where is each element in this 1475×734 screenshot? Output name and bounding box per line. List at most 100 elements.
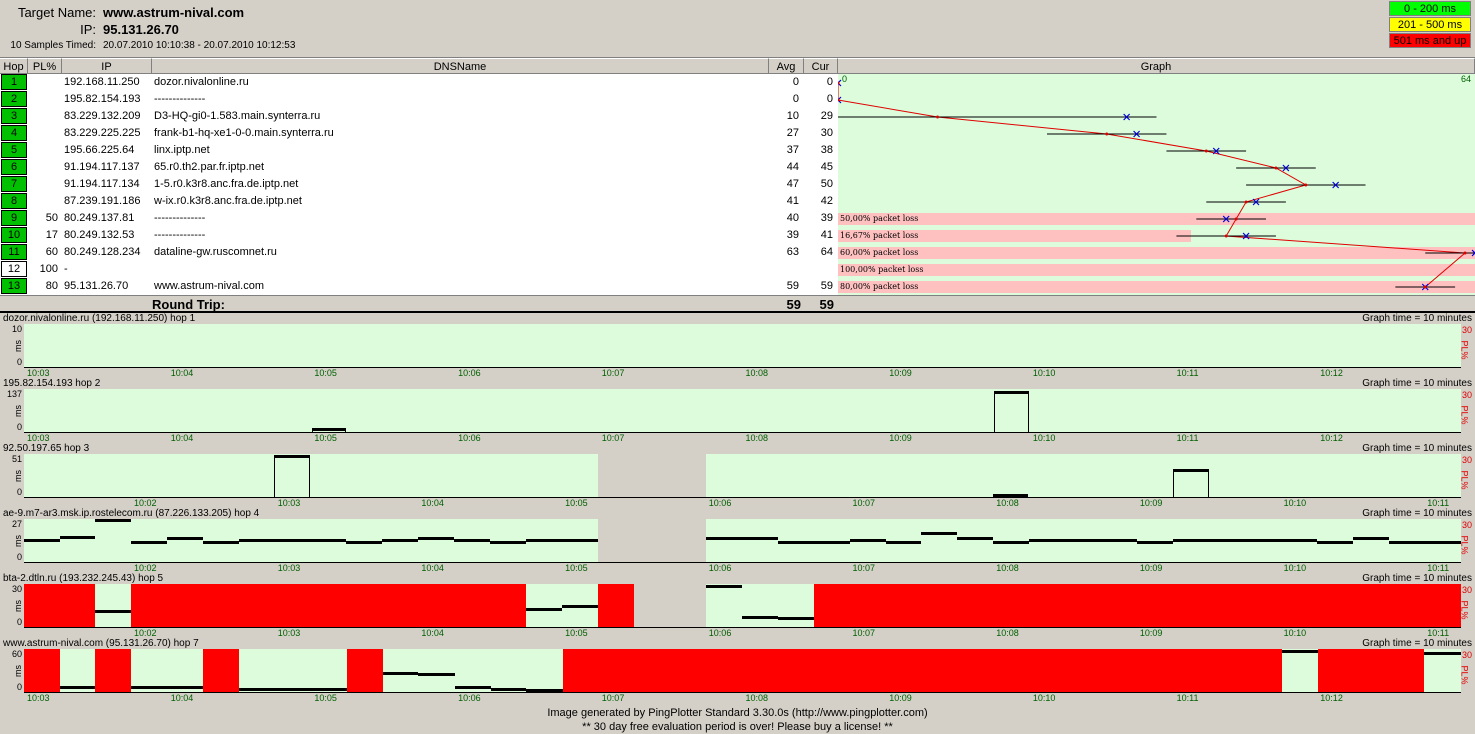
time-tick: 10:07: [601, 693, 625, 703]
latency-step: [60, 686, 95, 689]
time-tick: 10:11: [1176, 693, 1199, 703]
hop-avg: 63: [786, 246, 799, 258]
latency-step: [1282, 650, 1318, 653]
panel-title: ae-9.m7-ar3.msk.ip.rostelecom.ru (87.226…: [3, 508, 260, 519]
hop-time-graph: dozor.nivalonline.ru (192.168.11.250) ho…: [0, 313, 1475, 378]
hop-pl: [28, 142, 58, 159]
round-trip-avg: 59: [786, 297, 801, 312]
hop-row[interactable]: 11 60 80.249.128.234 dataline-gw.ruscomnet.…: [0, 244, 838, 261]
y-max: 51: [11, 454, 22, 464]
samples-value: 20.07.2010 10:10:38 - 20.07.2010 10:12:5…: [103, 40, 296, 51]
hop-row[interactable]: 12 100-: [0, 261, 838, 278]
latency-step: [526, 608, 562, 611]
hop-avg: [769, 261, 799, 278]
hop-avg: 37: [786, 144, 799, 156]
time-tick: 10:07: [601, 368, 625, 378]
hop-number: 6: [1, 159, 27, 175]
col-graph[interactable]: Graph: [838, 58, 1475, 74]
latency-step: [131, 686, 203, 689]
loss-region: [598, 584, 634, 628]
panel-graph-time: Graph time = 10 minutes: [1362, 378, 1472, 389]
time-tick: 10:03: [277, 563, 301, 573]
hop-number: 1: [1, 74, 27, 90]
avg-point: [1234, 217, 1238, 221]
y-max: 10: [11, 324, 22, 334]
y-max: 27: [11, 519, 22, 529]
hop-row[interactable]: 2 195.82.154.193 -------------- 0 0: [0, 91, 838, 108]
samples-label: 10 Samples Timed:: [10, 40, 96, 51]
time-tick: 10:08: [745, 433, 769, 443]
latency-step: [957, 537, 993, 540]
avg-point: [1463, 251, 1467, 255]
y-min: 0: [16, 682, 22, 692]
time-tick: 10:10: [1283, 628, 1307, 638]
hop-row[interactable]: 10 17 80.249.132.53 -------------- 39 41: [0, 227, 838, 244]
hop-cur: 42: [820, 195, 833, 207]
time-tick: 10:05: [314, 368, 337, 378]
hop-avg: 40: [786, 212, 799, 224]
col-hop[interactable]: Hop: [0, 58, 28, 74]
col-dns[interactable]: DNSName: [152, 58, 769, 74]
hop-cur: 41: [820, 229, 833, 241]
hop-cur: 38: [820, 144, 833, 156]
hop-row[interactable]: 4 83.229.225.225 frank-b1-hq-xe1-0-0.main.…: [0, 125, 838, 142]
latency-step: [239, 688, 347, 691]
panel-title: 195.82.154.193 hop 2: [3, 378, 101, 389]
hop-ip: 83.229.132.209: [64, 110, 141, 122]
hop-ip: 87.239.191.186: [64, 195, 141, 207]
no-data-gap: [598, 519, 706, 563]
col-ip[interactable]: IP: [62, 58, 152, 74]
legend-green: 0 - 200 ms: [1389, 1, 1471, 16]
hop-dns: --------------: [154, 212, 206, 224]
plot-area: [24, 584, 1461, 628]
panel-graph-time: Graph time = 10 minutes: [1362, 313, 1472, 324]
time-tick: 10:08: [745, 368, 769, 378]
time-tick: 10:05: [565, 563, 588, 573]
col-avg[interactable]: Avg: [769, 58, 804, 74]
hop-ip: 91.194.117.137: [64, 161, 140, 173]
hop-ip: 192.168.11.250: [64, 76, 140, 88]
time-tick: 10:12: [1320, 433, 1343, 443]
avg-point: [1304, 183, 1308, 187]
hop-row[interactable]: 1 192.168.11.250 dozor.nivalonline.ru 0 0: [0, 74, 838, 91]
hop-row[interactable]: 13 80 95.131.26.70 www.astrum-nival.com 59 59: [0, 278, 838, 295]
time-tick: 10:09: [1139, 563, 1163, 573]
pl-max: 30: [1461, 650, 1472, 660]
panel-title: 92.50.197.65 hop 3: [3, 443, 90, 454]
hop-ip: 80.249.128.234: [64, 246, 141, 258]
hop-number: 2: [1, 91, 27, 107]
hop-cur: 29: [820, 110, 833, 122]
hop-row[interactable]: 6 91.194.117.137 65.r0.th2.par.fr.iptp.net…: [0, 159, 838, 176]
hop-dns: frank-b1-hq-xe1-0-0.main.synterra.ru: [154, 127, 334, 139]
col-cur[interactable]: Cur: [804, 58, 838, 74]
hop-row[interactable]: 3 83.229.132.209 D3-HQ-gi0-1.583.main.synt…: [0, 108, 838, 125]
hop-number: 8: [1, 193, 27, 209]
hop-row[interactable]: 5 195.66.225.64 linx.iptp.net 37 38: [0, 142, 838, 159]
avg-point: [936, 115, 940, 119]
col-pl[interactable]: PL%: [28, 58, 62, 74]
hop-time-graph: ae-9.m7-ar3.msk.ip.rostelecom.ru (87.226…: [0, 508, 1475, 573]
time-tick: 10:10: [1032, 693, 1056, 703]
time-tick: 10:12: [1320, 368, 1343, 378]
hop-row[interactable]: 9 50 80.249.137.81 -------------- 40 39: [0, 210, 838, 227]
hop-ip: 195.66.225.64: [64, 144, 135, 156]
hop-ip: 91.194.117.134: [64, 178, 140, 190]
hop-cur: 50: [820, 178, 833, 190]
hop-number: 4: [1, 125, 27, 141]
round-trip-label: Round Trip:: [152, 297, 225, 312]
loss-region: [563, 649, 1282, 693]
y-unit: ms: [13, 405, 23, 417]
time-tick: 10:10: [1283, 563, 1307, 573]
time-tick: 10:03: [277, 628, 301, 638]
avg-point: [1423, 285, 1427, 289]
hop-number: 9: [1, 210, 27, 226]
latency-step: [1029, 539, 1137, 542]
hop-row[interactable]: 8 87.239.191.186 w-ix.r0.k3r8.anc.fra.de.i…: [0, 193, 838, 210]
latency-step: [1389, 541, 1461, 544]
hop-pl: 80: [45, 280, 58, 292]
latency-step: [418, 673, 455, 676]
hop-time-graph: bta-2.dtln.ru (193.232.245.43) hop 5 Grap…: [0, 573, 1475, 638]
hop-row[interactable]: 7 91.194.117.134 1-5.r0.k3r8.anc.fra.de.ip…: [0, 176, 838, 193]
loss-region: [1318, 649, 1424, 693]
hop-ip: 95.131.26.70: [64, 280, 129, 292]
